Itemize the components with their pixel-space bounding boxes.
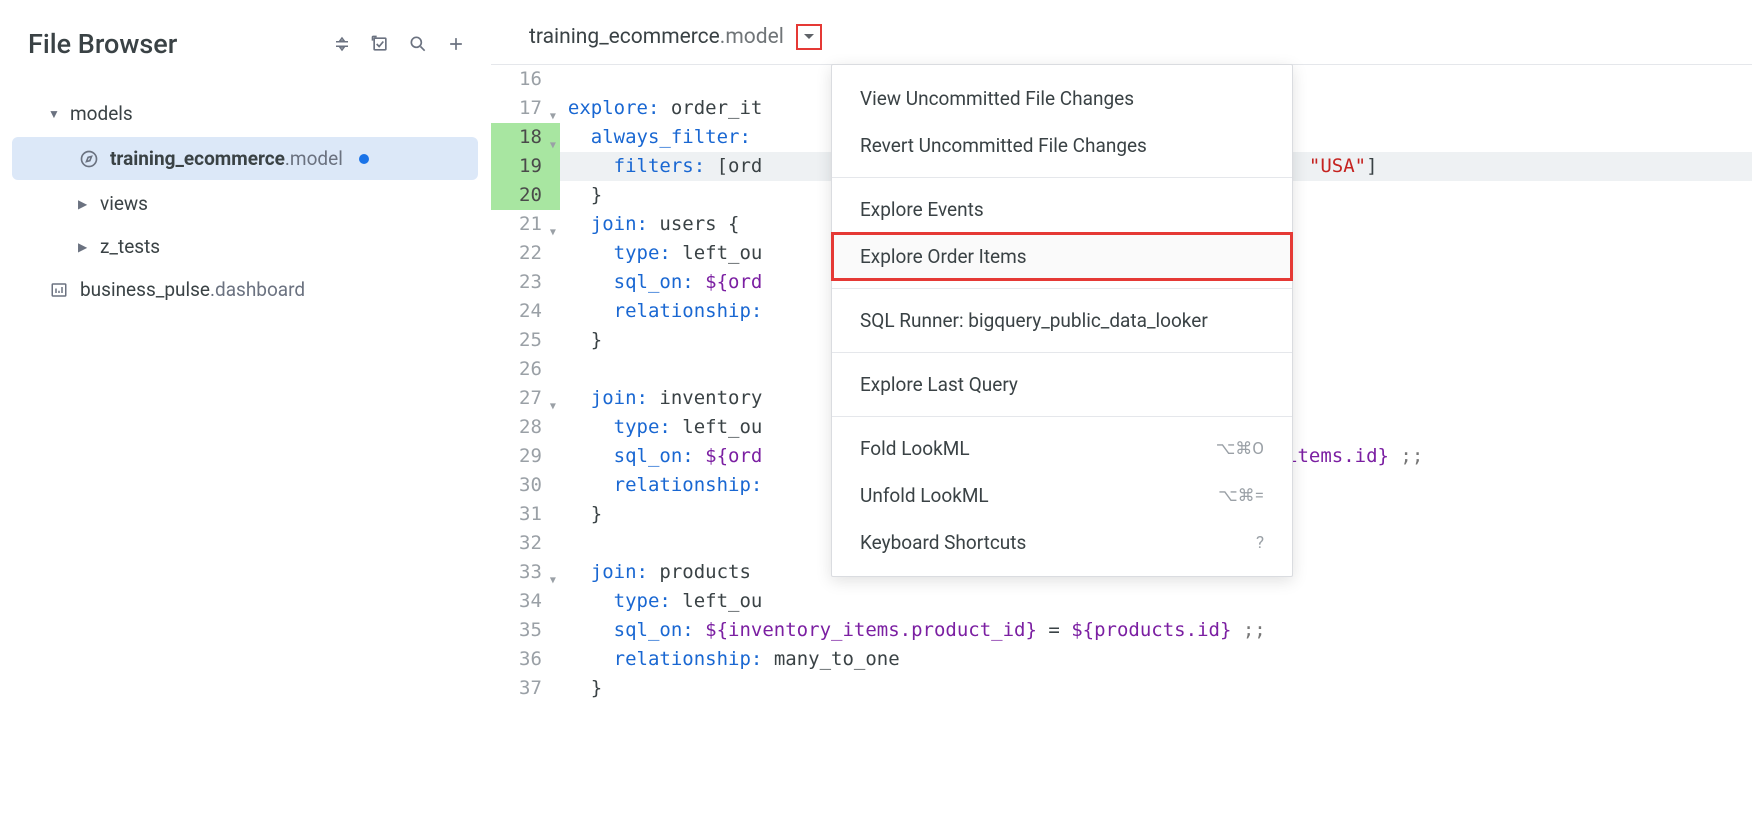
file-label: business_pulse.dashboard xyxy=(80,278,305,301)
file-actions-menu: View Uncommitted File Changes Revert Unc… xyxy=(831,64,1293,577)
menu-unfold-lookml[interactable]: Unfold LookML⌥⌘= xyxy=(832,472,1292,519)
menu-separator xyxy=(832,288,1292,289)
file-browser-sidebar: File Browser ▼ models training_ecommerce… xyxy=(0,0,490,828)
tab-title: training_ecommerce.model xyxy=(529,25,784,49)
sidebar-header: File Browser xyxy=(0,20,490,84)
shortcut-label: ? xyxy=(1256,533,1264,553)
menu-explore-last-query[interactable]: Explore Last Query xyxy=(832,361,1292,408)
editor-tabbar: training_ecommerce.model xyxy=(491,0,1752,64)
file-training-ecommerce-model[interactable]: training_ecommerce.model xyxy=(12,137,478,180)
menu-sql-runner[interactable]: SQL Runner: bigquery_public_data_looker xyxy=(832,297,1292,344)
menu-revert-uncommitted[interactable]: Revert Uncommitted File Changes xyxy=(832,122,1292,169)
menu-view-uncommitted[interactable]: View Uncommitted File Changes xyxy=(832,75,1292,122)
folder-views[interactable]: ▶ views xyxy=(0,182,490,225)
shortcut-label: ⌥⌘O xyxy=(1216,439,1264,459)
search-icon[interactable] xyxy=(408,34,428,54)
compass-icon xyxy=(78,148,100,170)
folder-ztests[interactable]: ▶ z_tests xyxy=(0,225,490,268)
chevron-down-icon: ▼ xyxy=(48,107,60,121)
add-icon[interactable] xyxy=(446,34,466,54)
chevron-right-icon: ▶ xyxy=(78,240,90,254)
caret-down-icon xyxy=(803,32,815,42)
chevron-right-icon: ▶ xyxy=(78,197,90,211)
dashboard-icon xyxy=(48,279,70,301)
menu-separator xyxy=(832,416,1292,417)
file-actions-dropdown-button[interactable] xyxy=(796,24,822,50)
menu-separator xyxy=(832,352,1292,353)
sidebar-toolbar xyxy=(332,34,466,54)
folder-models[interactable]: ▼ models xyxy=(0,92,490,135)
file-label: training_ecommerce.model xyxy=(110,147,343,170)
folder-label: views xyxy=(100,192,148,215)
menu-explore-order-items[interactable]: Explore Order Items xyxy=(832,233,1292,280)
menu-separator xyxy=(832,177,1292,178)
shortcut-label: ⌥⌘= xyxy=(1218,486,1264,506)
collapse-icon[interactable] xyxy=(332,34,352,54)
line-gutter: 16 17▼ 18▼ 19 20 21▼ 22 23 24 25 26 27▼ … xyxy=(491,65,560,703)
menu-fold-lookml[interactable]: Fold LookML⌥⌘O xyxy=(832,425,1292,472)
bulk-check-icon[interactable] xyxy=(370,34,390,54)
sidebar-title: File Browser xyxy=(28,28,177,60)
modified-indicator-icon xyxy=(359,154,369,164)
folder-label: models xyxy=(70,102,133,125)
file-business-pulse-dashboard[interactable]: business_pulse.dashboard xyxy=(0,268,490,311)
menu-keyboard-shortcuts[interactable]: Keyboard Shortcuts? xyxy=(832,519,1292,566)
folder-label: z_tests xyxy=(100,235,160,258)
editor-panel: training_ecommerce.model 16 17▼ 18▼ 19 2… xyxy=(490,0,1752,828)
file-tree: ▼ models training_ecommerce.model ▶ view… xyxy=(0,84,490,311)
menu-explore-events[interactable]: Explore Events xyxy=(832,186,1292,233)
